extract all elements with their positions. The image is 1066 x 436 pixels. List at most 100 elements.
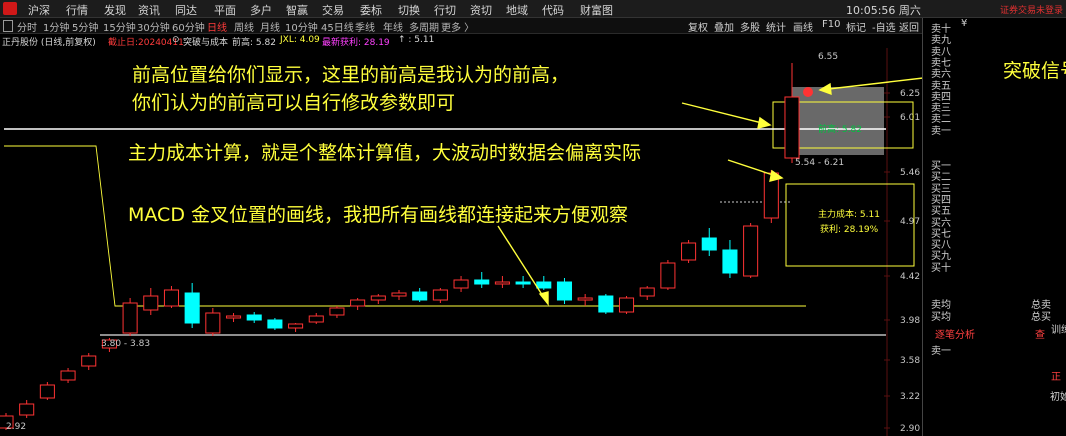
peak-label: 6.55 — [818, 52, 839, 62]
tick-analysis-tab[interactable]: 逐笔分析 — [935, 326, 975, 341]
candle-up[interactable] — [494, 281, 510, 285]
candle-up[interactable] — [143, 295, 159, 311]
period-tab-3[interactable]: 15分钟 — [103, 19, 136, 34]
period-tab-4[interactable]: 30分钟 — [137, 19, 170, 34]
candle-up[interactable] — [618, 297, 635, 313]
breakout-zone — [792, 87, 884, 155]
period-tab-10[interactable]: 45日线 — [321, 19, 354, 34]
app-logo-icon — [3, 2, 17, 15]
period-tab-12[interactable]: 年线 — [383, 19, 403, 34]
menu-item-4[interactable]: 同达 — [175, 2, 197, 18]
candle-down[interactable] — [536, 281, 552, 289]
indicator-icon[interactable]: ⊙ — [172, 35, 180, 45]
menu-item-10[interactable]: 切换 — [398, 2, 420, 18]
candle-up[interactable] — [784, 96, 800, 159]
candle-up[interactable] — [329, 307, 345, 316]
menu-item-15[interactable]: 财富图 — [580, 2, 613, 18]
candle-down[interactable] — [515, 281, 531, 285]
menu-item-12[interactable]: 资切 — [470, 2, 492, 18]
range-low-label: 3.80 - 3.83 — [101, 339, 151, 349]
candle-up[interactable] — [225, 315, 242, 319]
candle-down[interactable] — [412, 291, 428, 301]
tool-6[interactable]: 标记 — [846, 19, 866, 34]
menu-bar: 沪深 行情 发现 资讯 同达 平面 多户 智赢 交易 委标 切换 行切 资切 地域 代码 财富图 10:05:… — [0, 0, 1066, 18]
candle-down[interactable] — [598, 295, 614, 313]
period-tab-2[interactable]: 5分钟 — [72, 19, 98, 34]
arrow-head — [538, 291, 549, 306]
menu-item-8[interactable]: 交易 — [322, 2, 344, 18]
info-bar: 正丹股份 (日线,前复权) 截止日:20240411 ⊙ 突破与成本 前高: 5… — [0, 34, 922, 48]
order-book-buy-9[interactable]: 买十 — [931, 259, 951, 274]
candle-down[interactable] — [267, 319, 283, 329]
candle-up[interactable] — [122, 302, 138, 334]
period-tab-9[interactable]: 10分钟 — [285, 19, 318, 34]
search-tab[interactable]: 查 — [1035, 326, 1045, 341]
annotation-prev-high-1: 前高位置给你们显示，这里的前高是我认为的前高， — [132, 64, 570, 86]
candle-up[interactable] — [370, 295, 386, 301]
candle-up[interactable] — [743, 225, 759, 277]
period-tab-6[interactable]: 日线 — [207, 19, 227, 34]
arrow-prev-high — [681, 102, 771, 126]
candle-up[interactable] — [453, 279, 469, 289]
training-tab[interactable]: 训练 — [1051, 321, 1066, 336]
period-tab-0[interactable]: 分时 — [17, 19, 37, 34]
tool-1[interactable]: 叠加 — [714, 19, 734, 34]
candle-down[interactable] — [474, 279, 490, 285]
candle-up[interactable] — [681, 242, 697, 261]
candle-down[interactable] — [701, 237, 717, 251]
menu-item-1[interactable]: 行情 — [66, 2, 88, 18]
candle-up[interactable] — [19, 403, 35, 416]
candle-up[interactable] — [39, 384, 55, 399]
candle-down[interactable] — [722, 249, 738, 274]
candle-up[interactable] — [205, 312, 221, 334]
candle-up[interactable] — [432, 289, 448, 301]
tool-0[interactable]: 复权 — [688, 19, 708, 34]
menu-item-14[interactable]: 代码 — [542, 2, 564, 18]
side-label-1: 正 — [1051, 372, 1061, 383]
menu-item-9[interactable]: 委标 — [360, 2, 382, 18]
period-tab-8[interactable]: 月线 — [260, 19, 280, 34]
candle-up[interactable] — [60, 370, 76, 381]
order-book-sell-9[interactable]: 卖一 — [931, 122, 951, 137]
candle-up[interactable] — [660, 262, 676, 289]
candle-up[interactable] — [639, 287, 655, 297]
menu-item-11[interactable]: 行切 — [434, 2, 456, 18]
buy-average-label: 买均 — [931, 312, 951, 323]
period-tab-5[interactable]: 60分钟 — [172, 19, 205, 34]
menu-icon[interactable] — [3, 20, 13, 32]
tool-3[interactable]: 统计 — [766, 19, 786, 34]
candle-down[interactable] — [556, 281, 573, 301]
login-status[interactable]: 证券交易未登录 — [1000, 3, 1063, 16]
candle-up[interactable] — [350, 299, 366, 307]
candle-up[interactable] — [163, 289, 180, 307]
period-tab-14[interactable]: 更多 〉 — [441, 19, 474, 34]
menu-item-3[interactable]: 资讯 — [138, 2, 160, 18]
y-tick-label: 3.22 — [900, 392, 920, 402]
period-tab-1[interactable]: 1分钟 — [43, 19, 69, 34]
menu-item-7[interactable]: 智赢 — [286, 2, 308, 18]
candle-up[interactable] — [81, 355, 97, 367]
candle-down[interactable] — [246, 314, 262, 321]
tool-2[interactable]: 多股 — [740, 19, 760, 34]
candle-up[interactable] — [308, 315, 324, 323]
period-tab-7[interactable]: 周线 — [234, 19, 254, 34]
candle-up[interactable] — [577, 297, 593, 301]
tool-4[interactable]: 画线 — [793, 19, 813, 34]
tool-8[interactable]: 返回 — [899, 19, 919, 34]
candle-up[interactable] — [391, 292, 407, 297]
candle-up[interactable] — [288, 323, 304, 329]
tick-row-sell1: 卖一 — [931, 346, 951, 357]
tool-5[interactable]: F10 — [822, 19, 840, 30]
menu-item-0[interactable]: 沪深 — [28, 2, 50, 18]
period-bar: 分时 1分钟 5分钟 15分钟 30分钟 60分钟 日线 周线 月线 10分钟 45日线 季线 年线 多周… — [0, 18, 922, 34]
signal-marker-icon[interactable] — [803, 87, 813, 97]
menu-item-5[interactable]: 平面 — [214, 2, 236, 18]
menu-item-2[interactable]: 发现 — [104, 2, 126, 18]
menu-item-13[interactable]: 地域 — [506, 2, 528, 18]
y-tick-label: 4.42 — [900, 272, 920, 282]
menu-item-6[interactable]: 多户 — [250, 2, 272, 18]
period-tab-11[interactable]: 季线 — [355, 19, 375, 34]
candle-down[interactable] — [184, 292, 200, 324]
period-tab-13[interactable]: 多周期 — [409, 19, 439, 34]
tool-7[interactable]: -自选 — [872, 19, 896, 34]
